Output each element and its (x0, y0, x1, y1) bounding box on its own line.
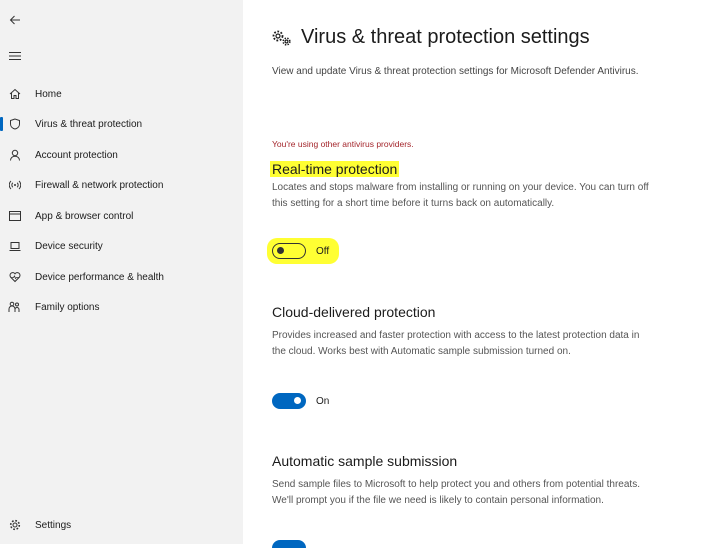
section-title-cloud-delivered-protection: Cloud-delivered protection (272, 304, 436, 320)
main-content: Virus & threat protection settings View … (243, 0, 720, 548)
wifi-signal-icon (8, 179, 21, 192)
browser-window-icon (8, 210, 21, 223)
gear-icon (8, 519, 21, 532)
toggle-knob (294, 397, 301, 404)
sidebar-item-label: Home (35, 88, 62, 100)
sidebar-item-label: App & browser control (35, 210, 134, 222)
section-title-automatic-sample-submission: Automatic sample submission (272, 453, 458, 469)
page-title-text: Virus & threat protection settings (301, 26, 590, 48)
sidebar-item-label: Settings (35, 519, 72, 531)
section-description-automatic-sample-submission: Send sample files to Microsoft to help p… (272, 479, 640, 506)
menu-button[interactable] (0, 42, 30, 70)
back-arrow-icon (9, 14, 21, 26)
section-title-real-time-protection: Real-time protection (270, 161, 400, 177)
sidebar-item-settings[interactable]: Settings (0, 511, 243, 539)
sidebar-item-label: Firewall & network protection (35, 179, 164, 191)
sidebar-item-family-options[interactable]: Family options (0, 293, 243, 321)
hamburger-menu-icon (9, 51, 21, 61)
sidebar-item-label: Family options (35, 301, 100, 313)
highlighted-text: Real-time protection (270, 161, 400, 177)
sidebar-item-device-performance-health[interactable]: Device performance & health (0, 263, 243, 291)
sidebar-item-virus-threat-protection[interactable]: Virus & threat protection (0, 110, 243, 138)
sidebar-item-device-security[interactable]: Device security (0, 232, 243, 260)
sidebar-item-firewall-network[interactable]: Firewall & network protection (0, 171, 243, 199)
sidebar-item-account-protection[interactable]: Account protection (0, 141, 243, 169)
heart-icon (8, 271, 21, 284)
sidebar: Home Virus & threat protection Account p… (0, 0, 243, 544)
toggle-state-label: On (316, 395, 330, 407)
page-subtitle: View and update Virus & threat protectio… (272, 66, 639, 77)
family-icon (8, 301, 21, 314)
toggle-state-label: Off (316, 245, 330, 257)
person-icon (8, 149, 21, 162)
sidebar-item-app-browser-control[interactable]: App & browser control (0, 202, 243, 230)
page-title: Virus & threat protection settings (272, 26, 590, 49)
sidebar-item-label: Account protection (35, 149, 118, 161)
home-icon (8, 88, 21, 101)
warning-message: You're using other antivirus providers. (272, 139, 414, 149)
section-description-cloud-delivered-protection: Provides increased and faster protection… (272, 330, 640, 357)
real-time-protection-toggle-row: Off (272, 243, 329, 259)
laptop-icon (8, 240, 21, 253)
section-description-real-time-protection: Locates and stops malware from installin… (272, 182, 649, 209)
automatic-sample-submission-toggle[interactable] (272, 540, 306, 548)
sidebar-item-home[interactable]: Home (0, 80, 243, 108)
back-button[interactable] (0, 6, 30, 34)
gears-icon (272, 29, 292, 47)
sidebar-item-label: Device security (35, 240, 103, 252)
cloud-delivered-protection-toggle-row: On (272, 393, 329, 409)
sidebar-item-label: Virus & threat protection (35, 118, 143, 130)
shield-icon (8, 118, 21, 131)
toggle-knob (277, 247, 284, 254)
real-time-protection-toggle[interactable] (272, 243, 306, 259)
sidebar-item-label: Device performance & health (35, 271, 164, 283)
cloud-delivered-protection-toggle[interactable] (272, 393, 306, 409)
